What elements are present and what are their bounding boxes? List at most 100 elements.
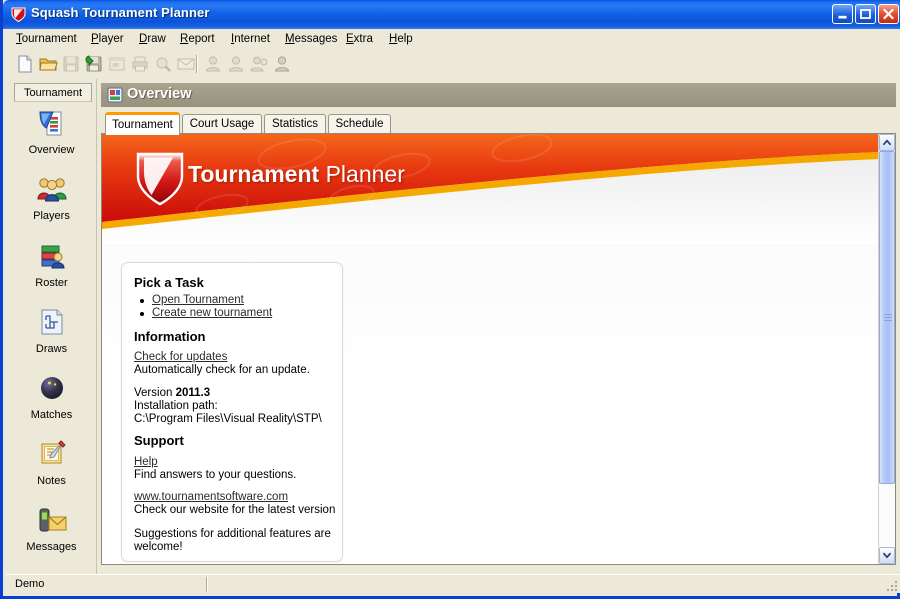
maximize-button[interactable] bbox=[855, 4, 876, 24]
sidebar-item-label: Overview bbox=[28, 144, 75, 156]
status-bar: Demo bbox=[6, 574, 900, 593]
open-tournament-link[interactable]: Open Tournament bbox=[152, 294, 244, 306]
player-edit-icon bbox=[225, 53, 247, 75]
resize-grip[interactable] bbox=[884, 578, 898, 592]
scroll-down-button[interactable] bbox=[879, 547, 895, 564]
toolbar-separator bbox=[196, 55, 198, 73]
banner-graphic bbox=[102, 134, 880, 244]
suggestions-text-line2: welcome! bbox=[134, 541, 183, 553]
pick-a-task-heading: Pick a Task bbox=[134, 275, 204, 290]
create-new-tournament-link[interactable]: Create new tournament bbox=[152, 307, 272, 319]
print-preview-icon bbox=[152, 53, 174, 75]
sidebar-item-draws[interactable]: Draws bbox=[6, 305, 97, 371]
menu-extra[interactable]: Extra bbox=[341, 32, 378, 47]
check-for-updates-link[interactable]: Check for updates bbox=[134, 351, 227, 363]
website-link[interactable]: www.tournamentsoftware.com bbox=[134, 491, 288, 503]
sidebar-item-label: Draws bbox=[35, 343, 68, 355]
banner-title-bold: Tournament bbox=[188, 161, 320, 187]
app-shield-icon bbox=[11, 7, 26, 23]
printer-icon bbox=[129, 53, 151, 75]
players-icon bbox=[36, 178, 67, 202]
player-icon bbox=[202, 53, 224, 75]
suggestions-text-line1: Suggestions for additional features are bbox=[134, 528, 331, 540]
sidebar: Tournament Overview Players Roster Draws… bbox=[6, 79, 97, 574]
menu-internet[interactable]: Internet bbox=[226, 32, 275, 47]
menu-tournament[interactable]: Tournament bbox=[11, 32, 82, 47]
content-frame: Tournament Planner Pick a Task Open Tour… bbox=[101, 133, 896, 565]
vertical-scrollbar[interactable] bbox=[878, 134, 895, 564]
player-search-icon bbox=[248, 53, 270, 75]
save-as-disk-icon[interactable] bbox=[83, 53, 105, 75]
scrollable-content: Tournament Planner Pick a Task Open Tour… bbox=[102, 134, 880, 564]
notes-icon bbox=[41, 440, 66, 464]
installation-path-label: Installation path: bbox=[134, 400, 218, 412]
sidebar-item-roster[interactable]: Roster bbox=[6, 239, 97, 305]
website-text: Check our website for the latest version bbox=[134, 504, 336, 516]
banner-title: Tournament Planner bbox=[188, 161, 405, 188]
scrollbar-thumb[interactable] bbox=[879, 151, 895, 484]
version-value: 2011.3 bbox=[175, 387, 211, 399]
overview-page-icon bbox=[107, 87, 123, 103]
menu-report[interactable]: Report bbox=[175, 32, 220, 47]
messages-icon bbox=[39, 508, 66, 532]
installation-path-value: C:\Program Files\Visual Reality\STP\ bbox=[134, 413, 322, 425]
menu-messages[interactable]: Messages bbox=[280, 32, 342, 47]
sidebar-item-label: Notes bbox=[37, 475, 66, 487]
help-text: Find answers to your questions. bbox=[134, 469, 297, 481]
open-folder-icon[interactable] bbox=[37, 53, 59, 75]
toolbar bbox=[6, 49, 900, 79]
new-document-icon[interactable] bbox=[14, 53, 36, 75]
draws-icon bbox=[41, 309, 62, 335]
sidebar-item-matches[interactable]: Matches bbox=[6, 371, 97, 437]
application-window: Squash Tournament Planner Tournament Pla… bbox=[0, 0, 900, 599]
window-title: Squash Tournament Planner bbox=[31, 5, 210, 20]
content-body: Pick a Task Open Tournament Create new t… bbox=[102, 244, 880, 564]
scrollbar-grip bbox=[884, 313, 892, 322]
sidebar-header: Tournament bbox=[14, 83, 92, 102]
envelope-icon bbox=[175, 53, 197, 75]
menu-player[interactable]: Player bbox=[86, 32, 129, 47]
save-disk-icon bbox=[60, 53, 82, 75]
overview-icon bbox=[38, 111, 61, 136]
sidebar-item-label: Roster bbox=[35, 277, 68, 289]
task-panel: Pick a Task Open Tournament Create new t… bbox=[121, 262, 343, 562]
check-for-updates-text: Automatically check for an update. bbox=[134, 364, 310, 376]
menu-draw[interactable]: Draw bbox=[134, 32, 171, 47]
properties-icon bbox=[106, 53, 128, 75]
content-pane: Overview Tournament Court Usage Statisti… bbox=[97, 79, 900, 574]
close-button[interactable] bbox=[878, 4, 899, 24]
sidebar-item-label: Matches bbox=[30, 409, 73, 421]
app-banner: Tournament Planner bbox=[102, 134, 880, 244]
title-bar: Squash Tournament Planner bbox=[3, 0, 900, 29]
menu-bar: Tournament Player Draw Report Internet M… bbox=[6, 29, 900, 49]
version-line: Version 2011.3 bbox=[134, 387, 211, 399]
roster-icon bbox=[41, 245, 65, 269]
bullet-icon bbox=[140, 299, 144, 303]
page-header: Overview bbox=[101, 83, 896, 107]
scroll-up-button[interactable] bbox=[879, 134, 895, 151]
tab-schedule[interactable]: Schedule bbox=[328, 114, 391, 134]
sidebar-item-notes[interactable]: Notes bbox=[6, 437, 97, 503]
sidebar-item-players[interactable]: Players bbox=[6, 172, 97, 238]
sidebar-item-messages[interactable]: Messages bbox=[6, 503, 97, 569]
matches-ball-icon bbox=[40, 377, 63, 399]
tab-tournament[interactable]: Tournament bbox=[105, 112, 180, 135]
information-heading: Information bbox=[134, 329, 206, 344]
chevron-down-icon bbox=[883, 552, 891, 559]
banner-title-light: Planner bbox=[319, 161, 405, 187]
status-separator bbox=[206, 577, 208, 592]
menu-help[interactable]: Help bbox=[384, 32, 418, 47]
tab-strip: Tournament Court Usage Statistics Schedu… bbox=[101, 112, 896, 135]
help-link[interactable]: Help bbox=[134, 456, 158, 468]
player-group-icon[interactable] bbox=[271, 53, 293, 75]
tab-statistics[interactable]: Statistics bbox=[264, 114, 326, 134]
chevron-up-icon bbox=[883, 139, 891, 146]
support-heading: Support bbox=[134, 433, 184, 448]
sidebar-item-label: Players bbox=[33, 210, 70, 222]
scrollbar-track[interactable] bbox=[879, 151, 895, 547]
tab-court-usage[interactable]: Court Usage bbox=[182, 114, 262, 134]
status-text: Demo bbox=[15, 578, 45, 590]
sidebar-item-label: Messages bbox=[26, 541, 77, 553]
sidebar-item-overview[interactable]: Overview bbox=[6, 106, 97, 172]
minimize-button[interactable] bbox=[832, 4, 853, 24]
